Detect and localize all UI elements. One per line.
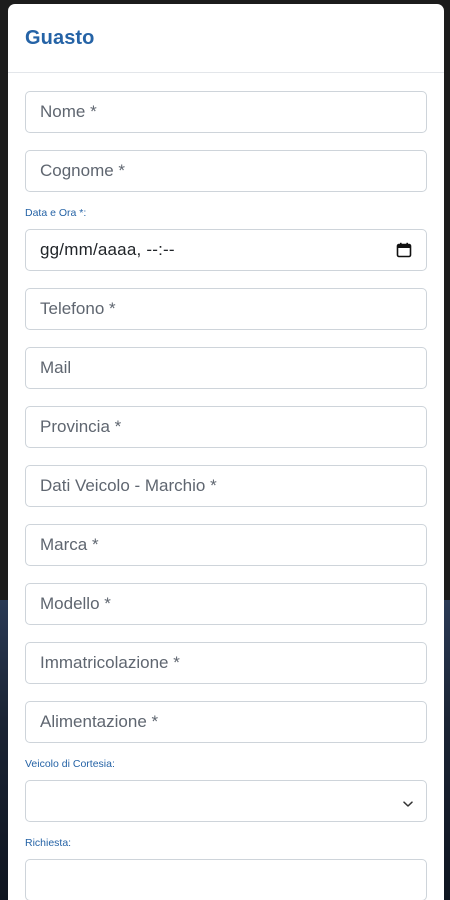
cognome-input[interactable]: Cognome *: [25, 150, 427, 192]
alimentazione-input[interactable]: Alimentazione *: [25, 701, 427, 743]
provincia-placeholder: Provincia *: [40, 417, 122, 436]
telefono-input[interactable]: Telefono *: [25, 288, 427, 330]
modello-placeholder: Modello *: [40, 594, 111, 613]
guasto-modal: Guasto Nome * Cognome * Data e Ora *: gg…: [8, 4, 444, 900]
dati-veicolo-input[interactable]: Dati Veicolo - Marchio *: [25, 465, 427, 507]
mail-placeholder: Mail: [40, 358, 72, 377]
guasto-form: Nome * Cognome * Data e Ora *: gg/mm/aaa…: [8, 73, 444, 900]
mail-input[interactable]: Mail: [25, 347, 427, 389]
data-ora-value: gg/mm/aaaa, --:--: [40, 240, 175, 259]
telefono-placeholder: Telefono *: [40, 299, 116, 318]
dati-veicolo-placeholder: Dati Veicolo - Marchio *: [40, 476, 217, 495]
immatricolazione-input[interactable]: Immatricolazione *: [25, 642, 427, 684]
richiesta-textarea[interactable]: [25, 859, 427, 900]
modal-title: Guasto: [25, 26, 95, 49]
nome-placeholder: Nome *: [40, 102, 97, 121]
cognome-placeholder: Cognome *: [40, 161, 126, 180]
marca-input[interactable]: Marca *: [25, 524, 427, 566]
immatricolazione-placeholder: Immatricolazione *: [40, 653, 180, 672]
provincia-input[interactable]: Provincia *: [25, 406, 427, 448]
alimentazione-placeholder: Alimentazione *: [40, 712, 159, 731]
data-ora-input[interactable]: gg/mm/aaaa, --:--: [25, 229, 427, 271]
marca-placeholder: Marca *: [40, 535, 99, 554]
modal-header: Guasto: [8, 4, 444, 73]
veicolo-cortesia-label: Veicolo di Cortesia:: [25, 758, 115, 770]
richiesta-label: Richiesta:: [25, 837, 72, 849]
calendar-icon[interactable]: [396, 242, 412, 258]
modello-input[interactable]: Modello *: [25, 583, 427, 625]
nome-input[interactable]: Nome *: [25, 91, 427, 133]
veicolo-cortesia-select[interactable]: [25, 780, 427, 822]
chevron-down-icon: [402, 795, 414, 807]
data-ora-label: Data e Ora *:: [25, 207, 87, 219]
